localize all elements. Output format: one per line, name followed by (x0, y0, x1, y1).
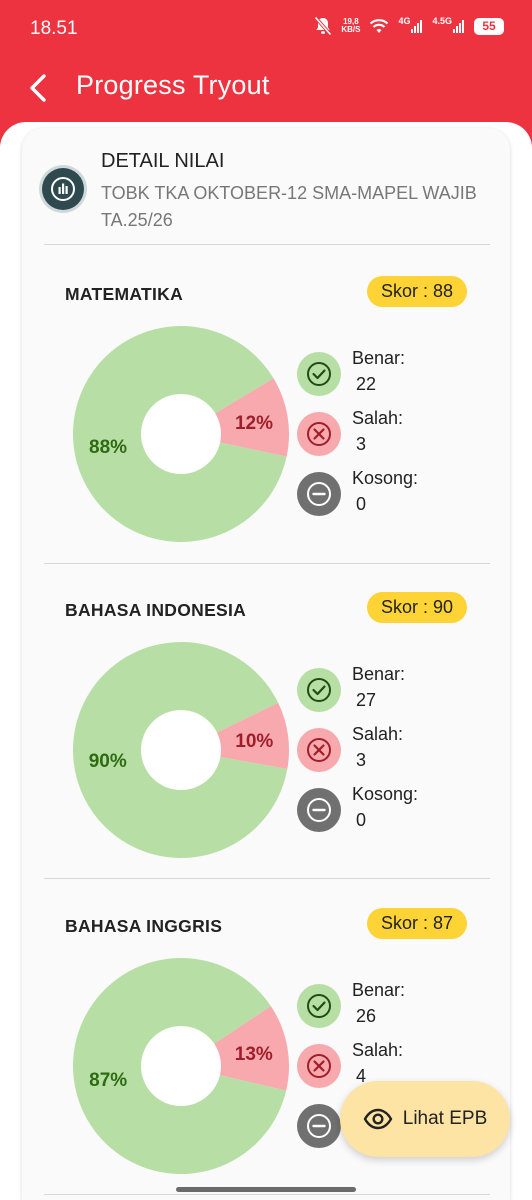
score-donut-chart: 90% 10% (73, 642, 289, 858)
battery-icon: 55 (474, 17, 504, 35)
minus-circle-icon (297, 1104, 341, 1148)
legend-label: Salah: (352, 1040, 404, 1060)
legend-value: 3 (356, 434, 367, 454)
legend-label: Benar: (352, 348, 406, 368)
signal-2: 4.5G (432, 16, 465, 33)
divider (44, 563, 490, 564)
cross-circle-icon (297, 1044, 341, 1088)
score-badge: Skor : 90 (366, 592, 467, 623)
mute-bell-icon (314, 16, 333, 36)
legend-value: 22 (356, 374, 377, 394)
correct-percent-label: 88% (89, 437, 127, 458)
subject-name: BAHASA INDONESIA (65, 600, 247, 620)
detail-subtitle: TOBK TKA OKTOBER-12 SMA-MAPEL WAJIB TA.2… (101, 183, 477, 230)
app-bar: Progress Tryout (0, 58, 532, 118)
signal-1: 4G (398, 16, 423, 33)
score-badge: Skor : 88 (366, 276, 467, 307)
wrong-percent-label: 10% (235, 731, 273, 752)
subject-section-bahasa-indonesia: BAHASA INDONESIA Skor : 90 90% 10% Benar… (22, 586, 510, 902)
status-bar: 18.51 19,8 KB/S 4G 4.5G 55 (0, 0, 532, 58)
divider (44, 1194, 490, 1195)
legend-value: 3 (356, 750, 367, 770)
wrong-percent-label: 12% (235, 413, 273, 434)
score-donut-chart: 88% 12% (72, 326, 289, 542)
legend-label: Salah: (352, 724, 404, 744)
check-circle-icon (297, 352, 341, 396)
legend-label: Kosong: (352, 468, 419, 488)
status-icons: 19,8 KB/S 4G 4.5G 55 (314, 16, 504, 36)
score-donut-chart: 87% 13% (73, 958, 289, 1174)
legend-value: 26 (356, 1006, 377, 1026)
status-time: 18.51 (30, 18, 78, 39)
signal-bars-icon (453, 20, 464, 33)
check-circle-icon (297, 668, 341, 712)
cross-circle-icon (297, 728, 341, 772)
donut-hole (141, 1026, 221, 1106)
score-detail-card: DETAIL NILAI TOBK TKA OKTOBER-12 SMA-MAP… (22, 128, 510, 1200)
minus-circle-icon (297, 788, 341, 832)
subject-section-matematika: MATEMATIKA Skor : 88 88% 12% Benar: 22 S… (22, 270, 510, 586)
correct-percent-label: 87% (89, 1070, 127, 1091)
subject-name: MATEMATIKA (65, 284, 184, 304)
net-speed-unit: KB/S (341, 25, 361, 34)
legend-label: Benar: (352, 980, 406, 1000)
cross-circle-icon (297, 412, 341, 456)
lihat-epb-button[interactable]: Lihat EPB (340, 1081, 510, 1157)
donut-hole (141, 710, 221, 790)
divider (44, 244, 490, 245)
legend-value: 27 (356, 690, 377, 710)
subject-name: BAHASA INGGRIS (65, 916, 223, 936)
page-title: Progress Tryout (76, 70, 270, 100)
minus-circle-icon (297, 472, 341, 516)
score-badge: Skor : 87 (366, 908, 467, 939)
detail-title: DETAIL NILAI (101, 150, 225, 172)
bar-chart-icon (42, 168, 84, 210)
net-speed: 19,8 KB/S (341, 18, 360, 34)
correct-percent-label: 90% (89, 751, 127, 772)
eye-icon (363, 1108, 392, 1130)
donut-hole (141, 394, 221, 474)
wrong-percent-label: 13% (235, 1044, 273, 1065)
detail-header: DETAIL NILAI TOBK TKA OKTOBER-12 SMA-MAP… (22, 128, 510, 246)
divider (44, 878, 490, 879)
back-button[interactable] (22, 70, 58, 106)
legend-value: 0 (356, 810, 367, 830)
legend-label: Kosong: (352, 784, 419, 804)
signal-bars-icon (411, 20, 423, 33)
signal-1-label: 4G (398, 16, 411, 26)
back-arrow-icon (30, 74, 46, 102)
legend-label: Benar: (352, 664, 406, 684)
lihat-epb-label: Lihat EPB (402, 1108, 488, 1129)
signal-2-label: 4.5G (432, 16, 452, 26)
check-circle-icon (297, 984, 341, 1028)
legend-label: Salah: (352, 408, 404, 428)
wifi-icon (370, 19, 389, 33)
legend-value: 0 (356, 494, 367, 514)
home-indicator[interactable] (176, 1187, 356, 1192)
